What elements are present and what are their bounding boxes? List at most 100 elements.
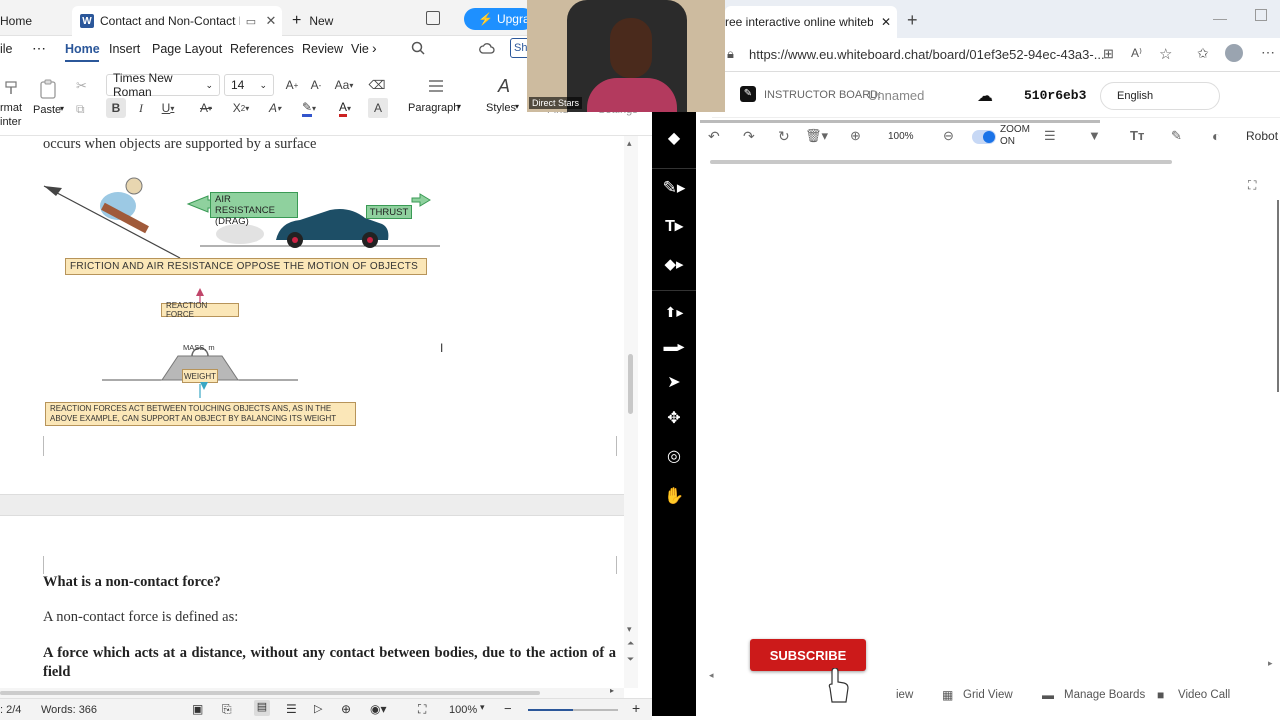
word-count[interactable]: Words: 366 [41,704,97,716]
text-effects-button[interactable]: A ▾ [262,98,288,118]
marker-icon[interactable]: ▼ [1088,128,1101,143]
character-shading-button[interactable]: A [368,98,388,118]
whiteboard-canvas[interactable]: ⛶ ▸ ◂ [709,170,1280,681]
read-aloud-icon[interactable]: A⁾ [1131,46,1142,60]
cloud-save-icon[interactable]: ☁ [977,86,993,106]
scroll-down-icon[interactable]: ▾ [627,624,632,635]
scroll-right-icon[interactable]: ▸ [1268,658,1273,669]
styles-label[interactable]: Styles [486,102,516,114]
page-count[interactable]: : 2/4 [0,704,21,716]
close-tab-icon[interactable]: ✕ [264,13,278,29]
maximize-icon[interactable] [1255,9,1267,21]
web-view-icon[interactable]: ⊕ [341,702,351,716]
scissors-icon[interactable]: ✂ [76,78,87,94]
chevron-down-icon[interactable]: ▾ [480,702,485,713]
video-call-button[interactable]: Video Call [1178,689,1230,701]
undo-icon[interactable]: ↶ [708,128,720,145]
strikethrough-button[interactable]: A ▾ [194,98,218,118]
search-icon[interactable] [410,40,426,56]
paragraph-label[interactable]: Paragraph [408,102,459,114]
trash-icon[interactable]: 🗑︎▾ [805,128,828,144]
spellcheck-icon[interactable]: ⎘ [222,702,232,717]
lock-icon[interactable]: 🔒︎ [727,46,734,62]
robot-label[interactable]: Robot [1246,129,1278,143]
zoom-slider[interactable] [528,709,618,711]
shrink-font-icon[interactable]: A- [306,76,326,94]
format-painter-icon[interactable] [0,78,24,98]
paragraph-icon[interactable] [424,76,448,96]
new-tab-icon[interactable]: + [907,10,918,31]
subscribe-button[interactable]: SUBSCRIBE [750,639,866,671]
view-option-partial[interactable]: iew [896,689,913,701]
board-name[interactable]: Unnamed [868,88,924,103]
outline-view-icon[interactable]: ☰ [286,702,297,716]
profile-avatar[interactable] [1225,44,1243,62]
new-tab-button[interactable]: + New [292,6,352,36]
track-changes-icon[interactable]: ▣ [192,702,203,716]
chevron-down-icon[interactable]: ▾ [60,104,64,113]
hscroll-thumb[interactable] [0,691,540,695]
zoom-in-icon[interactable]: + [632,700,640,716]
document-tab[interactable]: W Contact and Non-Contact For ▭ ✕ [72,6,282,36]
more-menu-icon[interactable]: ⋯ [1261,44,1275,61]
close-tab-icon[interactable]: ✕ [881,15,891,29]
font-name-select[interactable]: Times New Roman ⌄ [106,71,220,99]
bold-button[interactable]: B [106,98,126,118]
language-select[interactable]: English [1100,82,1220,110]
eraser-tool-icon[interactable]: ◆▸ [652,248,696,280]
italic-button[interactable]: I [132,98,150,118]
vertical-scrollbar[interactable]: ▴ ▾ ⏶ ⏷ [624,136,638,688]
chevron-right-icon[interactable]: › [372,40,377,56]
favorites-icon[interactable]: ✩ [1197,45,1209,62]
restore-icon[interactable] [426,11,440,25]
cloud-icon[interactable] [478,40,496,56]
tab-more[interactable]: ⋯ [32,40,46,57]
text-size-icon[interactable]: Tт [1130,128,1144,143]
tab-insert[interactable]: Insert [109,42,140,56]
manage-boards-button[interactable]: Manage Boards [1064,689,1145,701]
move-icon[interactable]: ✥ [652,402,696,434]
horizontal-scrollbar[interactable]: ▸ [0,686,624,698]
copy-icon[interactable]: ⧉ [76,102,85,117]
zoom-toggle[interactable] [972,130,996,144]
zoom-level[interactable]: 100% [449,704,477,716]
change-case-icon[interactable]: Aa ▾ [332,76,356,94]
eraser-icon[interactable]: ⌫ [366,76,388,94]
browser-tab[interactable]: ree interactive online whiteboard ✕ [725,6,897,38]
page-view-icon[interactable]: ▤ [254,700,270,716]
refresh-icon[interactable]: ↻ [778,128,790,145]
lasso-icon[interactable]: ◎ [652,440,696,472]
zoom-out-icon[interactable]: − [504,701,512,716]
minimize-icon[interactable]: — [1213,10,1227,26]
tab-home[interactable]: Home [65,42,100,56]
scroll-left-icon[interactable]: ◂ [709,670,714,681]
fit-page-icon[interactable]: ⛶ [418,702,426,717]
scroll-right-icon[interactable]: ▸ [610,686,614,695]
url-field[interactable]: https://www.eu.whiteboard.chat/board/01e… [749,47,1105,62]
apps-icon[interactable]: ⊞ [1103,46,1114,62]
pencil-icon[interactable]: ✎▸ [652,172,696,204]
hand-icon[interactable]: ✋ [652,480,696,512]
fullscreen-icon[interactable]: ⛶ [1248,178,1256,193]
font-size-select[interactable]: 14 ⌄ [224,74,274,96]
contrast-icon[interactable]: ◐ [1212,128,1220,144]
lines-icon[interactable]: ☰ [1044,128,1056,144]
paste-label[interactable]: Paste [33,104,61,116]
tab-references[interactable]: References [230,42,294,56]
superscript-button[interactable]: X 2 ▾ [228,98,254,118]
tab-page-layout[interactable]: Page Layout [152,42,222,56]
eye-protect-icon[interactable]: ◉▾ [370,702,387,716]
grow-font-icon[interactable]: A + [282,76,302,94]
highlight-button[interactable]: ✎ ▾ [296,98,322,118]
eraser-icon[interactable]: ◆ [652,122,696,154]
toolbar-scrollbar[interactable] [710,160,1172,164]
next-page-icon[interactable]: ⏷ [627,654,634,665]
briefcase-icon[interactable]: ▬▸ [652,330,696,362]
grid-view-button[interactable]: Grid View [963,689,1013,701]
zoom-out-icon[interactable]: ⊖ [943,128,954,144]
pointer-icon[interactable]: ➤ [652,366,696,398]
scroll-thumb[interactable] [628,354,633,414]
scroll-up-icon[interactable]: ▴ [627,138,632,149]
monitor-icon[interactable]: ▭ [244,15,258,28]
styles-icon[interactable]: A [492,74,516,98]
